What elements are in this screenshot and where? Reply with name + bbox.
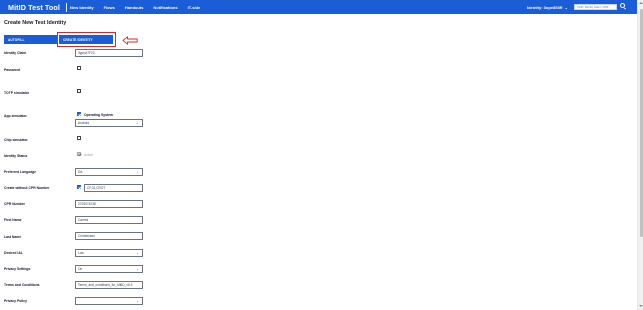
chevron-down-icon: ⌄	[136, 299, 139, 303]
chip-simulator-checkbox[interactable]	[77, 136, 81, 140]
operating-system-label: Operating System	[84, 113, 114, 117]
identity-status-value: Active	[84, 153, 94, 157]
top-navigation-bar: MitID Test Tool New Identity Flows Hando…	[0, 0, 637, 14]
nav-new-identity[interactable]: New Identity	[70, 5, 94, 10]
privacy-settings-label: Privacy Settings	[4, 267, 31, 271]
app-simulator-checkbox[interactable]	[77, 112, 81, 116]
chevron-down-icon: ⌄	[136, 121, 139, 125]
chevron-down-icon: ⌄	[136, 267, 139, 271]
scroll-down-icon[interactable]	[639, 305, 643, 307]
privacy-settings-value: On	[78, 267, 83, 271]
nav-flows[interactable]: Flows	[104, 5, 115, 10]
desired-ial-select[interactable]: Low ⌄	[75, 249, 143, 257]
cpr-number-label: CPR Number	[4, 202, 25, 206]
operating-system-value: Android	[78, 121, 89, 125]
logo-divider	[65, 2, 67, 12]
chip-simulator-label: Chip simulator	[4, 138, 28, 142]
desired-ial-label: Desired IAL	[4, 251, 23, 255]
privacy-settings-select[interactable]: On ⌄	[75, 265, 143, 273]
terms-and-conditions-input[interactable]: Terms_and_conditions_for_MitID_v6.3	[75, 281, 143, 289]
search-input[interactable]: UUID, Identity Claim / CPR...	[574, 4, 617, 10]
page-title: Create New Test Identity	[4, 20, 67, 26]
identity-claim-label: Identity Claim	[4, 51, 27, 55]
last-name-input[interactable]: Christensen	[75, 232, 143, 240]
nav-it-side[interactable]: IT-side	[188, 5, 201, 10]
preferred-language-label: Preferred Language	[4, 170, 37, 174]
last-name-label: Last Name	[4, 235, 22, 239]
nav-notifications[interactable]: Notifications	[153, 5, 177, 10]
app-logo[interactable]: MitID Test Tool	[8, 1, 67, 13]
identity-claim-input[interactable]: 3ypsvt7F23	[75, 49, 143, 57]
create-without-cpr-label: Create without CPR Number	[4, 186, 50, 190]
identity-selector[interactable]: Identity: 3ope853R ⌄	[527, 0, 568, 14]
nav-handouts[interactable]: Handouts	[125, 5, 143, 10]
identity-status-checkbox	[77, 152, 81, 156]
identity-selector-label: Identity: 3ope853R	[527, 4, 563, 10]
privacy-policy-select[interactable]: ⌄	[75, 297, 143, 305]
first-name-input[interactable]: Camml	[75, 216, 143, 224]
page-scrollbar[interactable]	[637, 0, 643, 310]
desired-ial-value: Low	[78, 251, 84, 255]
chevron-down-icon: ⌄	[136, 251, 139, 255]
first-name-label: First Name	[4, 218, 22, 222]
password-label: Password	[4, 68, 21, 72]
preferred-language-value: DA	[78, 170, 83, 174]
cpr-number-input[interactable]: 2705074238	[75, 200, 143, 208]
chevron-down-icon: ⌄	[564, 4, 568, 10]
operating-system-select[interactable]: Android ⌄	[75, 119, 143, 127]
app-simulator-label: App simulator	[4, 114, 27, 118]
password-checkbox[interactable]	[77, 66, 81, 70]
identity-status-label: Identity Status	[4, 154, 28, 158]
privacy-policy-label: Privacy Policy	[4, 299, 27, 303]
main-nav: New Identity Flows Handouts Notification…	[70, 0, 210, 14]
left-arrow-annotation-icon	[122, 36, 138, 45]
totp-simulator-checkbox[interactable]	[77, 89, 81, 93]
chevron-down-icon: ⌄	[136, 170, 139, 174]
search-icon[interactable]	[620, 3, 625, 8]
annotation-highlight-box	[57, 32, 116, 47]
cpr-code-input[interactable]: CF,01,CROT	[84, 184, 143, 192]
create-without-cpr-checkbox[interactable]	[77, 185, 81, 189]
preferred-language-select[interactable]: DA ⌄	[75, 168, 143, 176]
app-logo-text: MitID Test Tool	[8, 2, 60, 12]
autofill-button[interactable]: AUTOFILL	[4, 35, 58, 44]
terms-and-conditions-label: Terms and Conditions	[4, 283, 40, 287]
scrollbar-thumb[interactable]	[639, 9, 643, 237]
scroll-up-icon[interactable]	[639, 2, 643, 4]
totp-simulator-label: TOTP simulator	[4, 91, 30, 95]
